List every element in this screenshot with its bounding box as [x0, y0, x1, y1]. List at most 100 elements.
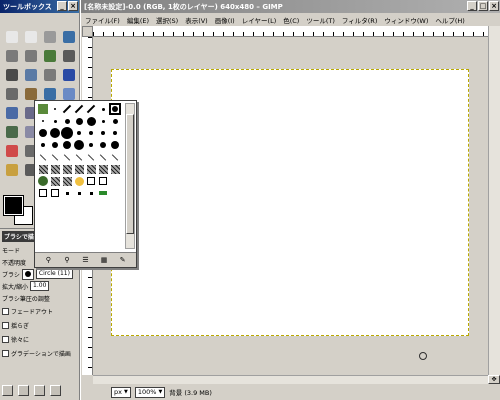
brush-thumbnail[interactable] — [37, 151, 49, 163]
brush-thumbnail[interactable] — [73, 163, 85, 175]
unit-select[interactable]: px ▼ — [111, 386, 131, 398]
scale-input[interactable]: 1.00 — [30, 281, 50, 291]
free-select-tool[interactable] — [40, 27, 59, 46]
brush-thumbnail[interactable] — [49, 127, 61, 139]
brush-thumbnail[interactable] — [109, 127, 121, 139]
shear-tool[interactable] — [2, 103, 21, 122]
list-view-icon[interactable]: ☰ — [80, 255, 90, 265]
brush-thumbnail[interactable] — [85, 163, 97, 175]
bucket-fill-tool[interactable] — [2, 122, 21, 141]
toolbox-titlebar[interactable]: ツールボックス _ × — [0, 0, 79, 13]
brush-thumbnail[interactable] — [85, 115, 97, 127]
checkbox[interactable] — [2, 349, 9, 357]
brush-scrollbar[interactable] — [125, 103, 135, 249]
ellipse-select-tool[interactable] — [21, 27, 40, 46]
brush-thumbnail[interactable] — [73, 175, 85, 187]
zoom-in-icon[interactable]: ⚲ — [62, 255, 72, 265]
image-close-button[interactable]: × — [489, 1, 499, 11]
brush-thumbnail[interactable] — [85, 151, 97, 163]
option-checkbox-row[interactable]: グラデーションで描画 — [2, 346, 78, 360]
brush-thumbnail[interactable] — [49, 115, 61, 127]
brush-thumbnail[interactable] — [73, 139, 85, 151]
eraser-tool[interactable] — [2, 141, 21, 160]
brush-thumbnail[interactable] — [61, 187, 73, 199]
brush-thumbnail[interactable] — [49, 187, 61, 199]
brush-thumbnail[interactable] — [97, 163, 109, 175]
brush-thumbnail[interactable] — [61, 163, 73, 175]
brush-thumbnail[interactable] — [37, 103, 49, 115]
align-tool[interactable] — [2, 84, 21, 103]
menu-item[interactable]: ファイル(F) — [85, 15, 120, 25]
brush-thumbnail[interactable] — [73, 115, 85, 127]
close-button[interactable]: × — [68, 1, 78, 11]
brush-thumbnail[interactable] — [97, 127, 109, 139]
zoom-select[interactable]: 100% ▼ — [134, 386, 166, 398]
ruler-corner-button[interactable] — [82, 26, 93, 37]
checkbox[interactable] — [2, 307, 9, 315]
option-checkbox-row[interactable]: フェードアウト — [2, 304, 78, 318]
foreground-color-swatch[interactable] — [3, 195, 24, 216]
fuzzy-select-tool[interactable] — [59, 27, 78, 46]
brush-thumbnail[interactable] — [73, 187, 85, 199]
grid-view-icon[interactable]: ▦ — [99, 255, 109, 265]
vertical-scrollbar[interactable] — [488, 26, 500, 375]
brush-thumbnail[interactable] — [37, 187, 49, 199]
brush-thumbnail[interactable] — [49, 163, 61, 175]
option-checkbox-row[interactable]: 揺らぎ — [2, 318, 78, 332]
color-picker-tool[interactable] — [2, 65, 21, 84]
brush-thumbnail[interactable] — [37, 115, 49, 127]
menu-item[interactable]: ツール(T) — [306, 15, 335, 25]
move-tool[interactable] — [59, 65, 78, 84]
brush-thumbnail[interactable] — [61, 151, 73, 163]
scissors-tool[interactable] — [21, 46, 40, 65]
menu-item[interactable]: 選択(S) — [156, 15, 178, 25]
brush-thumbnail[interactable] — [109, 139, 121, 151]
menu-item[interactable]: 編集(E) — [127, 15, 149, 25]
brush-thumbnail[interactable] — [49, 139, 61, 151]
menu-item[interactable]: ウィンドウ(W) — [384, 15, 428, 25]
image-titlebar[interactable]: [名称未設定]-0.0 (RGB, 1枚のレイヤー) 640x480 – GIM… — [81, 0, 500, 13]
zoom-tool[interactable] — [21, 65, 40, 84]
brush-thumbnail[interactable] — [97, 103, 109, 115]
brush-thumbnail[interactable] — [49, 151, 61, 163]
horizontal-scrollbar[interactable] — [93, 375, 489, 384]
brush-thumbnail[interactable] — [85, 175, 97, 187]
rect-select-tool[interactable] — [2, 27, 21, 46]
brush-thumbnail[interactable] — [37, 175, 49, 187]
checkbox[interactable] — [2, 335, 9, 343]
edit-brush-icon[interactable]: ✎ — [118, 255, 128, 265]
brush-thumbnail[interactable] — [97, 187, 109, 199]
brush-thumbnail[interactable] — [109, 103, 121, 115]
image-minimize-button[interactable]: _ — [467, 1, 477, 11]
brush-thumbnail[interactable] — [49, 103, 61, 115]
canvas-area[interactable] — [93, 37, 489, 375]
menu-item[interactable]: 色(C) — [283, 15, 299, 25]
brush-thumbnail[interactable] — [61, 127, 73, 139]
brush-thumbnail[interactable] — [109, 115, 121, 127]
reset-options-button[interactable] — [50, 385, 61, 396]
navigate-icon[interactable]: ✥ — [488, 375, 500, 384]
brush-thumbnail[interactable] — [61, 139, 73, 151]
brush-thumbnail[interactable] — [37, 139, 49, 151]
brush-thumbnail[interactable] — [109, 163, 121, 175]
horizontal-ruler[interactable] — [93, 26, 489, 37]
brush-thumbnail[interactable] — [49, 175, 61, 187]
option-checkbox-row[interactable]: 徐々に — [2, 332, 78, 346]
brush-thumbnail[interactable] — [73, 103, 85, 115]
save-options-button[interactable] — [2, 385, 13, 396]
brush-thumbnail[interactable] — [97, 115, 109, 127]
restore-options-button[interactable] — [18, 385, 29, 396]
checkbox[interactable] — [2, 321, 9, 329]
brush-thumbnail[interactable] — [73, 151, 85, 163]
brush-thumbnail[interactable] — [85, 187, 97, 199]
brush-thumbnail[interactable] — [61, 103, 73, 115]
image-maximize-button[interactable]: □ — [478, 1, 488, 11]
paths-tool[interactable] — [59, 46, 78, 65]
brush-thumbnail[interactable] — [61, 115, 73, 127]
menu-item[interactable]: 表示(V) — [185, 15, 208, 25]
brush-thumbnail[interactable] — [97, 175, 109, 187]
brush-thumbnail[interactable] — [73, 127, 85, 139]
brush-thumbnail[interactable] — [97, 151, 109, 163]
brush-thumbnail[interactable] — [109, 151, 121, 163]
menu-item[interactable]: 画像(I) — [215, 15, 235, 25]
